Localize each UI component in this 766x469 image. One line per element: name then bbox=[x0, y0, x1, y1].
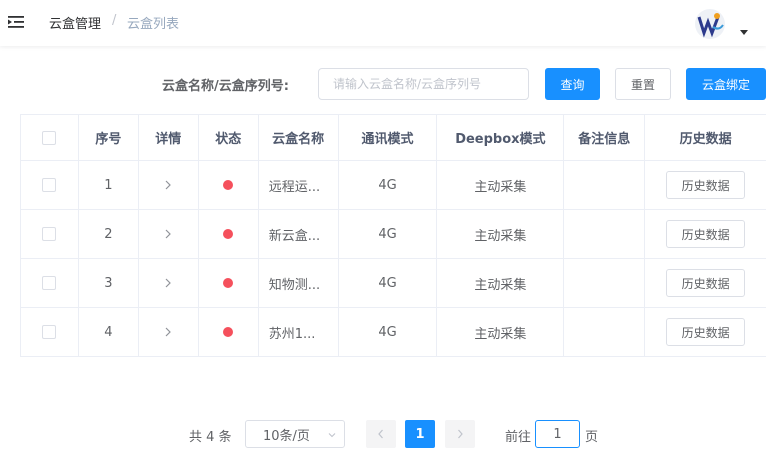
next-page-button[interactable] bbox=[445, 420, 475, 448]
row-comm-mode: 4G bbox=[339, 259, 438, 307]
chevron-right-icon[interactable] bbox=[163, 327, 173, 337]
header-select-all bbox=[21, 115, 79, 160]
history-data-button[interactable]: 历史数据 bbox=[666, 269, 746, 297]
breadcrumb-separator: / bbox=[112, 13, 117, 28]
bind-box-button[interactable]: 云盒绑定 bbox=[686, 68, 766, 100]
row-comm-mode: 4G bbox=[339, 308, 438, 356]
search-input[interactable] bbox=[318, 68, 529, 100]
top-navbar: 云盒管理 / 云盒列表 bbox=[0, 0, 766, 46]
row-deepbox-mode: 主动采集 bbox=[437, 308, 565, 356]
row-index: 3 bbox=[79, 259, 139, 307]
row-checkbox[interactable] bbox=[42, 178, 57, 192]
query-button[interactable]: 查询 bbox=[545, 68, 600, 100]
row-remark bbox=[564, 210, 646, 258]
table-header-row: 序号 详情 状态 云盒名称 通讯模式 Deepbox模式 备注信息 历史数据 bbox=[21, 115, 766, 161]
row-box-name: 新云盒... bbox=[259, 210, 339, 258]
page-number-active[interactable]: 1 bbox=[405, 420, 435, 448]
cloud-box-table: 序号 详情 状态 云盒名称 通讯模式 Deepbox模式 备注信息 历史数据 1… bbox=[20, 114, 766, 357]
header-history: 历史数据 bbox=[679, 132, 732, 147]
user-avatar-logo[interactable] bbox=[693, 7, 727, 41]
history-data-button[interactable]: 历史数据 bbox=[666, 220, 746, 248]
status-dot bbox=[223, 180, 234, 190]
table-row: 4 苏州1... 4G 主动采集 历史数据 bbox=[21, 308, 766, 357]
chevron-right-icon[interactable] bbox=[163, 229, 173, 239]
history-data-button[interactable]: 历史数据 bbox=[666, 171, 746, 199]
header-status: 状态 bbox=[199, 115, 259, 160]
row-index: 2 bbox=[79, 210, 139, 258]
row-remark bbox=[564, 308, 646, 356]
chevron-right-icon[interactable] bbox=[163, 180, 173, 190]
status-dot bbox=[223, 278, 234, 288]
breadcrumb-current: 云盒列表 bbox=[127, 17, 180, 32]
search-label: 云盒名称/云盒序列号: bbox=[162, 79, 289, 94]
page-size-value: 10条/页 bbox=[263, 428, 310, 444]
row-remark bbox=[564, 161, 646, 209]
row-checkbox[interactable] bbox=[42, 276, 57, 290]
row-deepbox-mode: 主动采集 bbox=[437, 259, 565, 307]
row-box-name: 知物测... bbox=[259, 259, 339, 307]
page-size-select[interactable]: 10条/页 bbox=[245, 420, 345, 448]
caret-down-icon[interactable] bbox=[740, 30, 748, 35]
row-index: 4 bbox=[79, 308, 139, 356]
row-checkbox[interactable] bbox=[42, 325, 57, 339]
chevron-right-icon[interactable] bbox=[163, 278, 173, 288]
prev-page-button[interactable] bbox=[366, 420, 396, 448]
status-dot bbox=[223, 229, 234, 239]
header-detail: 详情 bbox=[139, 115, 199, 160]
history-data-button[interactable]: 历史数据 bbox=[666, 318, 746, 346]
breadcrumb-parent[interactable]: 云盒管理 bbox=[49, 13, 101, 32]
status-dot bbox=[223, 327, 234, 337]
table-row: 1 远程运... 4G 主动采集 历史数据 bbox=[21, 161, 766, 210]
chevron-down-icon bbox=[328, 433, 336, 438]
select-all-checkbox[interactable] bbox=[42, 130, 57, 145]
table-row: 2 新云盒... 4G 主动采集 历史数据 bbox=[21, 210, 766, 259]
pagination-total: 共 4 条 bbox=[189, 430, 232, 445]
chevron-left-icon bbox=[378, 429, 383, 439]
row-comm-mode: 4G bbox=[339, 210, 438, 258]
row-checkbox[interactable] bbox=[42, 227, 57, 241]
row-comm-mode: 4G bbox=[339, 161, 438, 209]
header-comm-mode: 通讯模式 bbox=[339, 115, 438, 160]
table-row: 3 知物测... 4G 主动采集 历史数据 bbox=[21, 259, 766, 308]
row-box-name: 远程运... bbox=[259, 161, 339, 209]
header-index: 序号 bbox=[79, 115, 139, 160]
row-index: 1 bbox=[79, 161, 139, 209]
goto-page-input[interactable] bbox=[535, 420, 580, 448]
menu-fold-icon[interactable] bbox=[7, 13, 25, 31]
header-name: 云盒名称 bbox=[259, 115, 339, 160]
row-remark bbox=[564, 259, 646, 307]
reset-button[interactable]: 重置 bbox=[615, 68, 671, 100]
chevron-right-icon bbox=[458, 429, 463, 439]
row-box-name: 苏州1... bbox=[259, 308, 339, 356]
goto-label: 前往 bbox=[505, 430, 532, 445]
row-deepbox-mode: 主动采集 bbox=[437, 161, 565, 209]
row-deepbox-mode: 主动采集 bbox=[437, 210, 565, 258]
header-remark: 备注信息 bbox=[564, 115, 646, 160]
goto-unit: 页 bbox=[585, 430, 599, 445]
header-deepbox-mode: Deepbox模式 bbox=[437, 115, 565, 160]
